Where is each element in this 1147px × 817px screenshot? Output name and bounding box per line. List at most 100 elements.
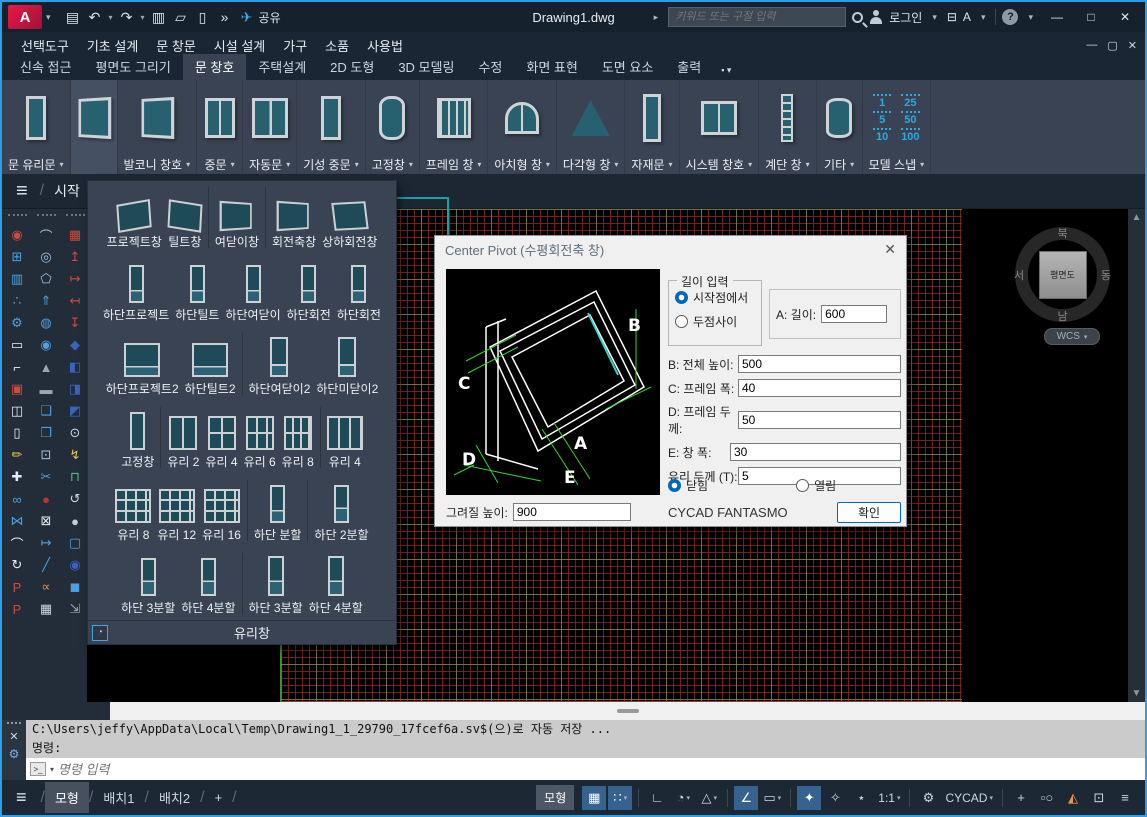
ribbon-tab[interactable]: 평면도 그리기: [83, 54, 182, 80]
fillet-icon[interactable]: ⌒: [4, 532, 30, 554]
pipe-fitting-icon[interactable]: ⚙: [4, 312, 30, 334]
box-3d-icon[interactable]: ◆: [62, 334, 88, 356]
ribbon-tab[interactable]: 문 창호: [183, 54, 247, 80]
column-icon[interactable]: ▥: [4, 268, 30, 290]
window-minimize-button[interactable]: —: [1043, 5, 1071, 29]
graphics-performance-button[interactable]: ◭: [1061, 786, 1085, 810]
align-right-icon[interactable]: ↦: [62, 268, 88, 290]
units-button[interactable]: ▫○: [1035, 786, 1059, 810]
move-icon[interactable]: ✚: [4, 466, 30, 488]
ribbon-button-계단 창[interactable]: 계단 창▾: [759, 80, 816, 174]
window-maximize-button[interactable]: □: [1077, 5, 1105, 29]
gallery-item[interactable]: 하단프로젝트2: [103, 329, 182, 398]
status-customize-button[interactable]: ≡: [1113, 786, 1137, 810]
ribbon-tab[interactable]: 수정: [466, 54, 514, 80]
offset-icon[interactable]: ∞: [4, 488, 30, 510]
length-a-input[interactable]: [821, 305, 887, 323]
gallery-item[interactable]: 하단회전: [284, 256, 334, 325]
align-top-icon[interactable]: ↥: [62, 246, 88, 268]
gallery-item[interactable]: 하단 3분할: [118, 549, 178, 618]
join-icon[interactable]: ∝: [33, 576, 59, 598]
gallery-item[interactable]: 유리 8: [279, 403, 317, 472]
radio-unselected-icon[interactable]: [675, 315, 688, 328]
array-film-icon[interactable]: ▦: [33, 598, 59, 620]
model-space-button[interactable]: 모형: [536, 785, 574, 810]
scroll-down-icon[interactable]: ▼: [1132, 685, 1142, 702]
gallery-item[interactable]: 유리 16: [199, 476, 244, 545]
sphere-red-icon[interactable]: ●: [33, 488, 59, 510]
dimension-field-input[interactable]: [738, 355, 901, 373]
ribbon-button-아치형 창[interactable]: 아치형 창▾: [488, 80, 557, 174]
stretch-icon[interactable]: ↦: [33, 532, 59, 554]
ribbon-button-고정창[interactable]: 고정창▾: [366, 80, 420, 174]
annotation-autoscale-toggle[interactable]: ✧: [823, 786, 847, 810]
dimension-field-input[interactable]: [738, 411, 901, 429]
polyline-icon[interactable]: ⌐: [4, 356, 30, 378]
gallery-item[interactable]: 하단여닫이: [222, 256, 283, 325]
zoom-window-icon[interactable]: ⊙: [62, 422, 88, 444]
ribbon-button-기타[interactable]: 기타▾: [817, 80, 863, 174]
gallery-item[interactable]: 유리 4: [324, 403, 366, 472]
vertical-scrollbar[interactable]: ▲ ▼: [1128, 209, 1145, 702]
share-plane-icon[interactable]: ✈: [237, 6, 257, 28]
undo-button[interactable]: ↶: [85, 6, 105, 28]
ribbon-button-자재문[interactable]: 자재문▾: [625, 80, 679, 174]
door-3d-icon[interactable]: ◧: [62, 356, 88, 378]
door-elevation-icon[interactable]: ◫: [4, 400, 30, 422]
undo-dropdown[interactable]: ▾: [107, 6, 115, 28]
command-drag-grip[interactable]: [7, 722, 21, 726]
annotation-monitor-toggle[interactable]: ⋆: [849, 786, 873, 810]
viewcube-east[interactable]: 동: [1101, 267, 1111, 283]
quick-select-icon[interactable]: ↯: [62, 444, 88, 466]
crosshair-toggle[interactable]: +: [1009, 786, 1033, 810]
ribbon-tab[interactable]: 3D 모델링: [386, 54, 466, 80]
gallery-item[interactable]: 상하회전창: [319, 183, 380, 252]
toolbar-grip[interactable]: [66, 214, 85, 222]
node-points-icon[interactable]: ∴: [4, 290, 30, 312]
viewcube-south[interactable]: 남: [1057, 308, 1067, 324]
radio-selected-icon[interactable]: [675, 291, 688, 304]
layout-tab-모형[interactable]: 모형: [45, 782, 89, 813]
gallery-item[interactable]: 하단틸트2: [182, 329, 239, 398]
viewcube-north[interactable]: 북: [1057, 225, 1067, 241]
align-left-icon[interactable]: ↤: [62, 290, 88, 312]
user-icon[interactable]: [869, 10, 883, 24]
grid-display-toggle[interactable]: ▦: [582, 786, 606, 810]
rotate-icon[interactable]: ↻: [4, 554, 30, 576]
osnap-tracking-toggle[interactable]: ∠: [734, 786, 758, 810]
gallery-item[interactable]: 유리 2: [164, 403, 202, 472]
ortho-mode-toggle[interactable]: ∟: [645, 786, 669, 810]
trim-scissors-icon[interactable]: ✂: [33, 466, 59, 488]
login-dropdown-icon[interactable]: ▾: [928, 12, 941, 23]
share-button[interactable]: 공유: [259, 9, 281, 26]
radio-open[interactable]: 열림: [796, 477, 836, 494]
ribbon-tab[interactable]: 2D 도형: [318, 54, 386, 80]
gallery-item[interactable]: 유리 6: [241, 403, 279, 472]
gallery-item[interactable]: 하단미닫이2: [313, 329, 381, 398]
wire-box-icon[interactable]: ▢: [62, 532, 88, 554]
wcs-button[interactable]: WCS ▾: [1044, 328, 1100, 345]
donut-icon[interactable]: ◎: [33, 246, 59, 268]
gallery-item[interactable]: 고정창: [118, 403, 157, 472]
ribbon-button-모델 스냅[interactable]: 12555010100모델 스냅▾: [863, 80, 932, 174]
loft-icon[interactable]: ▲: [33, 356, 59, 378]
dimension-field-input[interactable]: [730, 443, 901, 461]
insert-symbol-icon[interactable]: ◉: [4, 224, 30, 246]
radio-from-start[interactable]: 시작점에서: [675, 289, 748, 306]
gallery-item[interactable]: 프로젝트창: [104, 183, 165, 252]
annotation-visibility-toggle[interactable]: ✦: [797, 786, 821, 810]
search-collapse-icon[interactable]: ▸: [650, 12, 663, 23]
command-dropdown-icon[interactable]: ▾: [50, 765, 54, 774]
toolbar-grip[interactable]: [8, 214, 27, 222]
command-prompt-icon[interactable]: >_: [30, 762, 46, 776]
selection-box-icon[interactable]: ⊠: [33, 510, 59, 532]
gallery-item[interactable]: 여닫이창: [212, 183, 262, 252]
search-input[interactable]: [668, 7, 846, 27]
gallery-item[interactable]: 하단 3분할: [246, 549, 306, 618]
layout-tab-배치1[interactable]: 배치1: [93, 782, 144, 813]
ribbon-button-시스템 창호[interactable]: 시스템 창호▾: [680, 80, 760, 174]
ribbon-tab[interactable]: 출력: [665, 54, 713, 80]
revolve-icon[interactable]: ◍: [33, 312, 59, 334]
command-settings-icon[interactable]: ⚙: [9, 747, 20, 761]
help-icon[interactable]: ?: [1002, 9, 1018, 25]
